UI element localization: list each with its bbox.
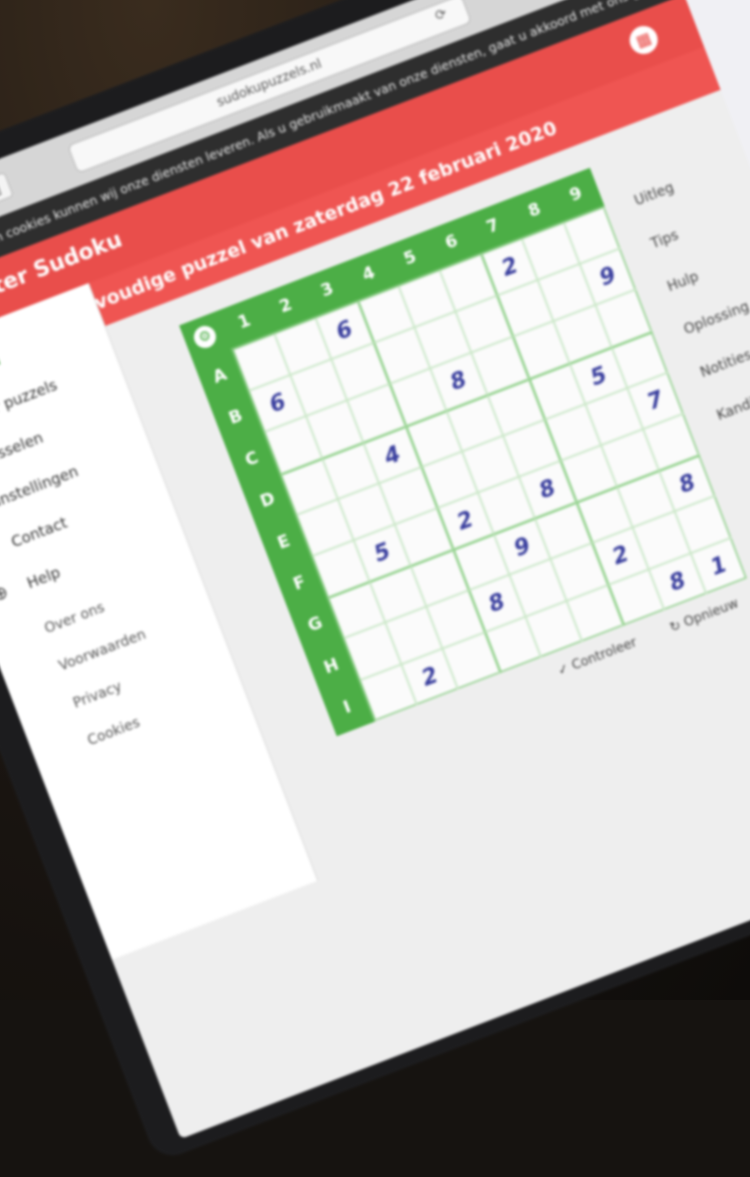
sidebar-item-label: Help bbox=[24, 563, 63, 593]
sidebar-sub-link[interactable]: Voorwaarden bbox=[57, 627, 149, 675]
side-option[interactable]: Hulp bbox=[665, 269, 701, 295]
calendar-icon[interactable]: ▦ bbox=[625, 21, 662, 59]
side-option[interactable]: Kandidaten bbox=[715, 381, 750, 424]
side-option[interactable]: Oplossing bbox=[682, 299, 750, 339]
sidebar-item-label: Wisselen bbox=[0, 428, 46, 470]
sidebar-toggle-button[interactable]: ▯ bbox=[0, 171, 14, 207]
sidebar-sub-link[interactable]: Over ons bbox=[42, 600, 106, 637]
globe-icon: ⊕ bbox=[0, 581, 12, 607]
side-option[interactable]: Notities bbox=[698, 347, 750, 381]
sidebar-item-label: Contact bbox=[8, 513, 70, 552]
gear-icon[interactable]: ⚙ bbox=[190, 322, 220, 352]
sidebar-sub-link[interactable]: Privacy bbox=[71, 679, 124, 712]
sidebar-sub-link[interactable]: Cookies bbox=[85, 715, 142, 750]
laptop-scene: ‹ › ▯ sudokupuzzels.nl ⟳ Met behulp van … bbox=[0, 0, 750, 1163]
side-option[interactable]: Uitleg bbox=[632, 180, 676, 210]
side-option[interactable]: Tips bbox=[649, 227, 681, 252]
sidebar-item-label: Puzzel bbox=[0, 350, 3, 387]
